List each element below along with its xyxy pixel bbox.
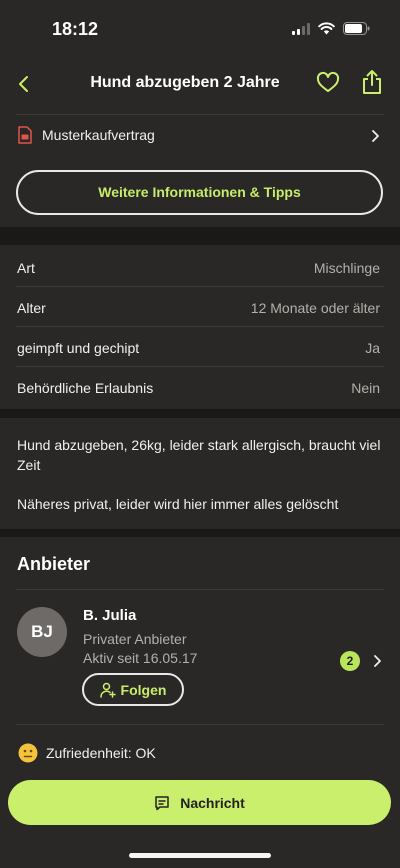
description-paragraph: Näheres privat, leider wird hier immer a…: [17, 496, 339, 512]
chevron-right-icon[interactable]: [372, 653, 382, 669]
wifi-icon: [318, 22, 335, 35]
page-title: Hund abzugeben 2 Jahre: [90, 74, 280, 91]
attribute-value: Ja: [365, 340, 380, 356]
listing-count-badge: 2: [340, 651, 360, 671]
divider: [16, 724, 384, 725]
neutral-face-icon: [18, 743, 38, 763]
section-separator: [0, 409, 400, 418]
share-icon[interactable]: [360, 68, 384, 96]
follow-button[interactable]: Folgen: [82, 673, 184, 706]
battery-icon: [343, 22, 370, 35]
follow-label: Folgen: [120, 681, 167, 698]
message-button[interactable]: Nachricht: [8, 780, 391, 825]
attribute-row: Alter 12 Monate oder älter: [0, 287, 400, 327]
status-time: 18:12: [52, 19, 99, 39]
attribute-row: Art Mischlinge: [0, 247, 400, 287]
attribute-row: geimpft und gechipt Ja: [0, 327, 400, 367]
status-icons: [292, 22, 370, 35]
chevron-left-icon[interactable]: [12, 70, 38, 98]
cellular-signal-icon: [292, 22, 310, 35]
section-separator: [0, 529, 400, 537]
attribute-label: geimpft und gechipt: [17, 340, 140, 356]
seller-active-since: Aktiv seit 16.05.17: [83, 650, 198, 666]
attribute-value: Nein: [351, 380, 380, 396]
attribute-label: Art: [17, 260, 35, 276]
message-icon: [155, 795, 169, 810]
heart-icon[interactable]: [316, 71, 340, 95]
attribute-value: Mischlinge: [313, 260, 380, 276]
contract-link-row[interactable]: Musterkaufvertrag: [0, 118, 400, 154]
seller-name[interactable]: B. Julia: [83, 607, 136, 624]
more-info-button[interactable]: Weitere Informationen & Tipps: [16, 170, 383, 215]
nav-bar: Hund abzugeben 2 Jahre: [0, 56, 400, 112]
seller-section-title: Anbieter: [17, 554, 91, 574]
divider: [16, 114, 384, 115]
contract-label: Musterkaufvertrag: [42, 127, 155, 143]
pdf-file-icon: [18, 126, 32, 144]
attribute-row: Behördliche Erlaubnis Nein: [0, 367, 400, 407]
avatar[interactable]: BJ: [17, 607, 67, 657]
divider: [16, 589, 384, 590]
message-label: Nachricht: [180, 794, 245, 811]
status-bar: 18:12: [0, 0, 400, 56]
attribute-label: Behördliche Erlaubnis: [17, 380, 154, 396]
section-separator: [0, 227, 400, 245]
satisfaction-rating: Zufriedenheit: OK: [18, 743, 156, 763]
chevron-right-icon: [372, 130, 379, 142]
seller-type: Privater Anbieter: [83, 631, 187, 647]
satisfaction-label: Zufriedenheit: OK: [46, 745, 156, 761]
attribute-label: Alter: [17, 300, 46, 316]
description-paragraph: Hund abzugeben, 26kg, leider stark aller…: [17, 437, 381, 473]
screen: 18:12 Hund abzugeben 2 Jahre Musterkaufv…: [0, 0, 400, 868]
follow-user-icon: [99, 682, 116, 698]
attribute-value: 12 Monate oder älter: [250, 300, 380, 316]
home-indicator[interactable]: [129, 853, 271, 858]
